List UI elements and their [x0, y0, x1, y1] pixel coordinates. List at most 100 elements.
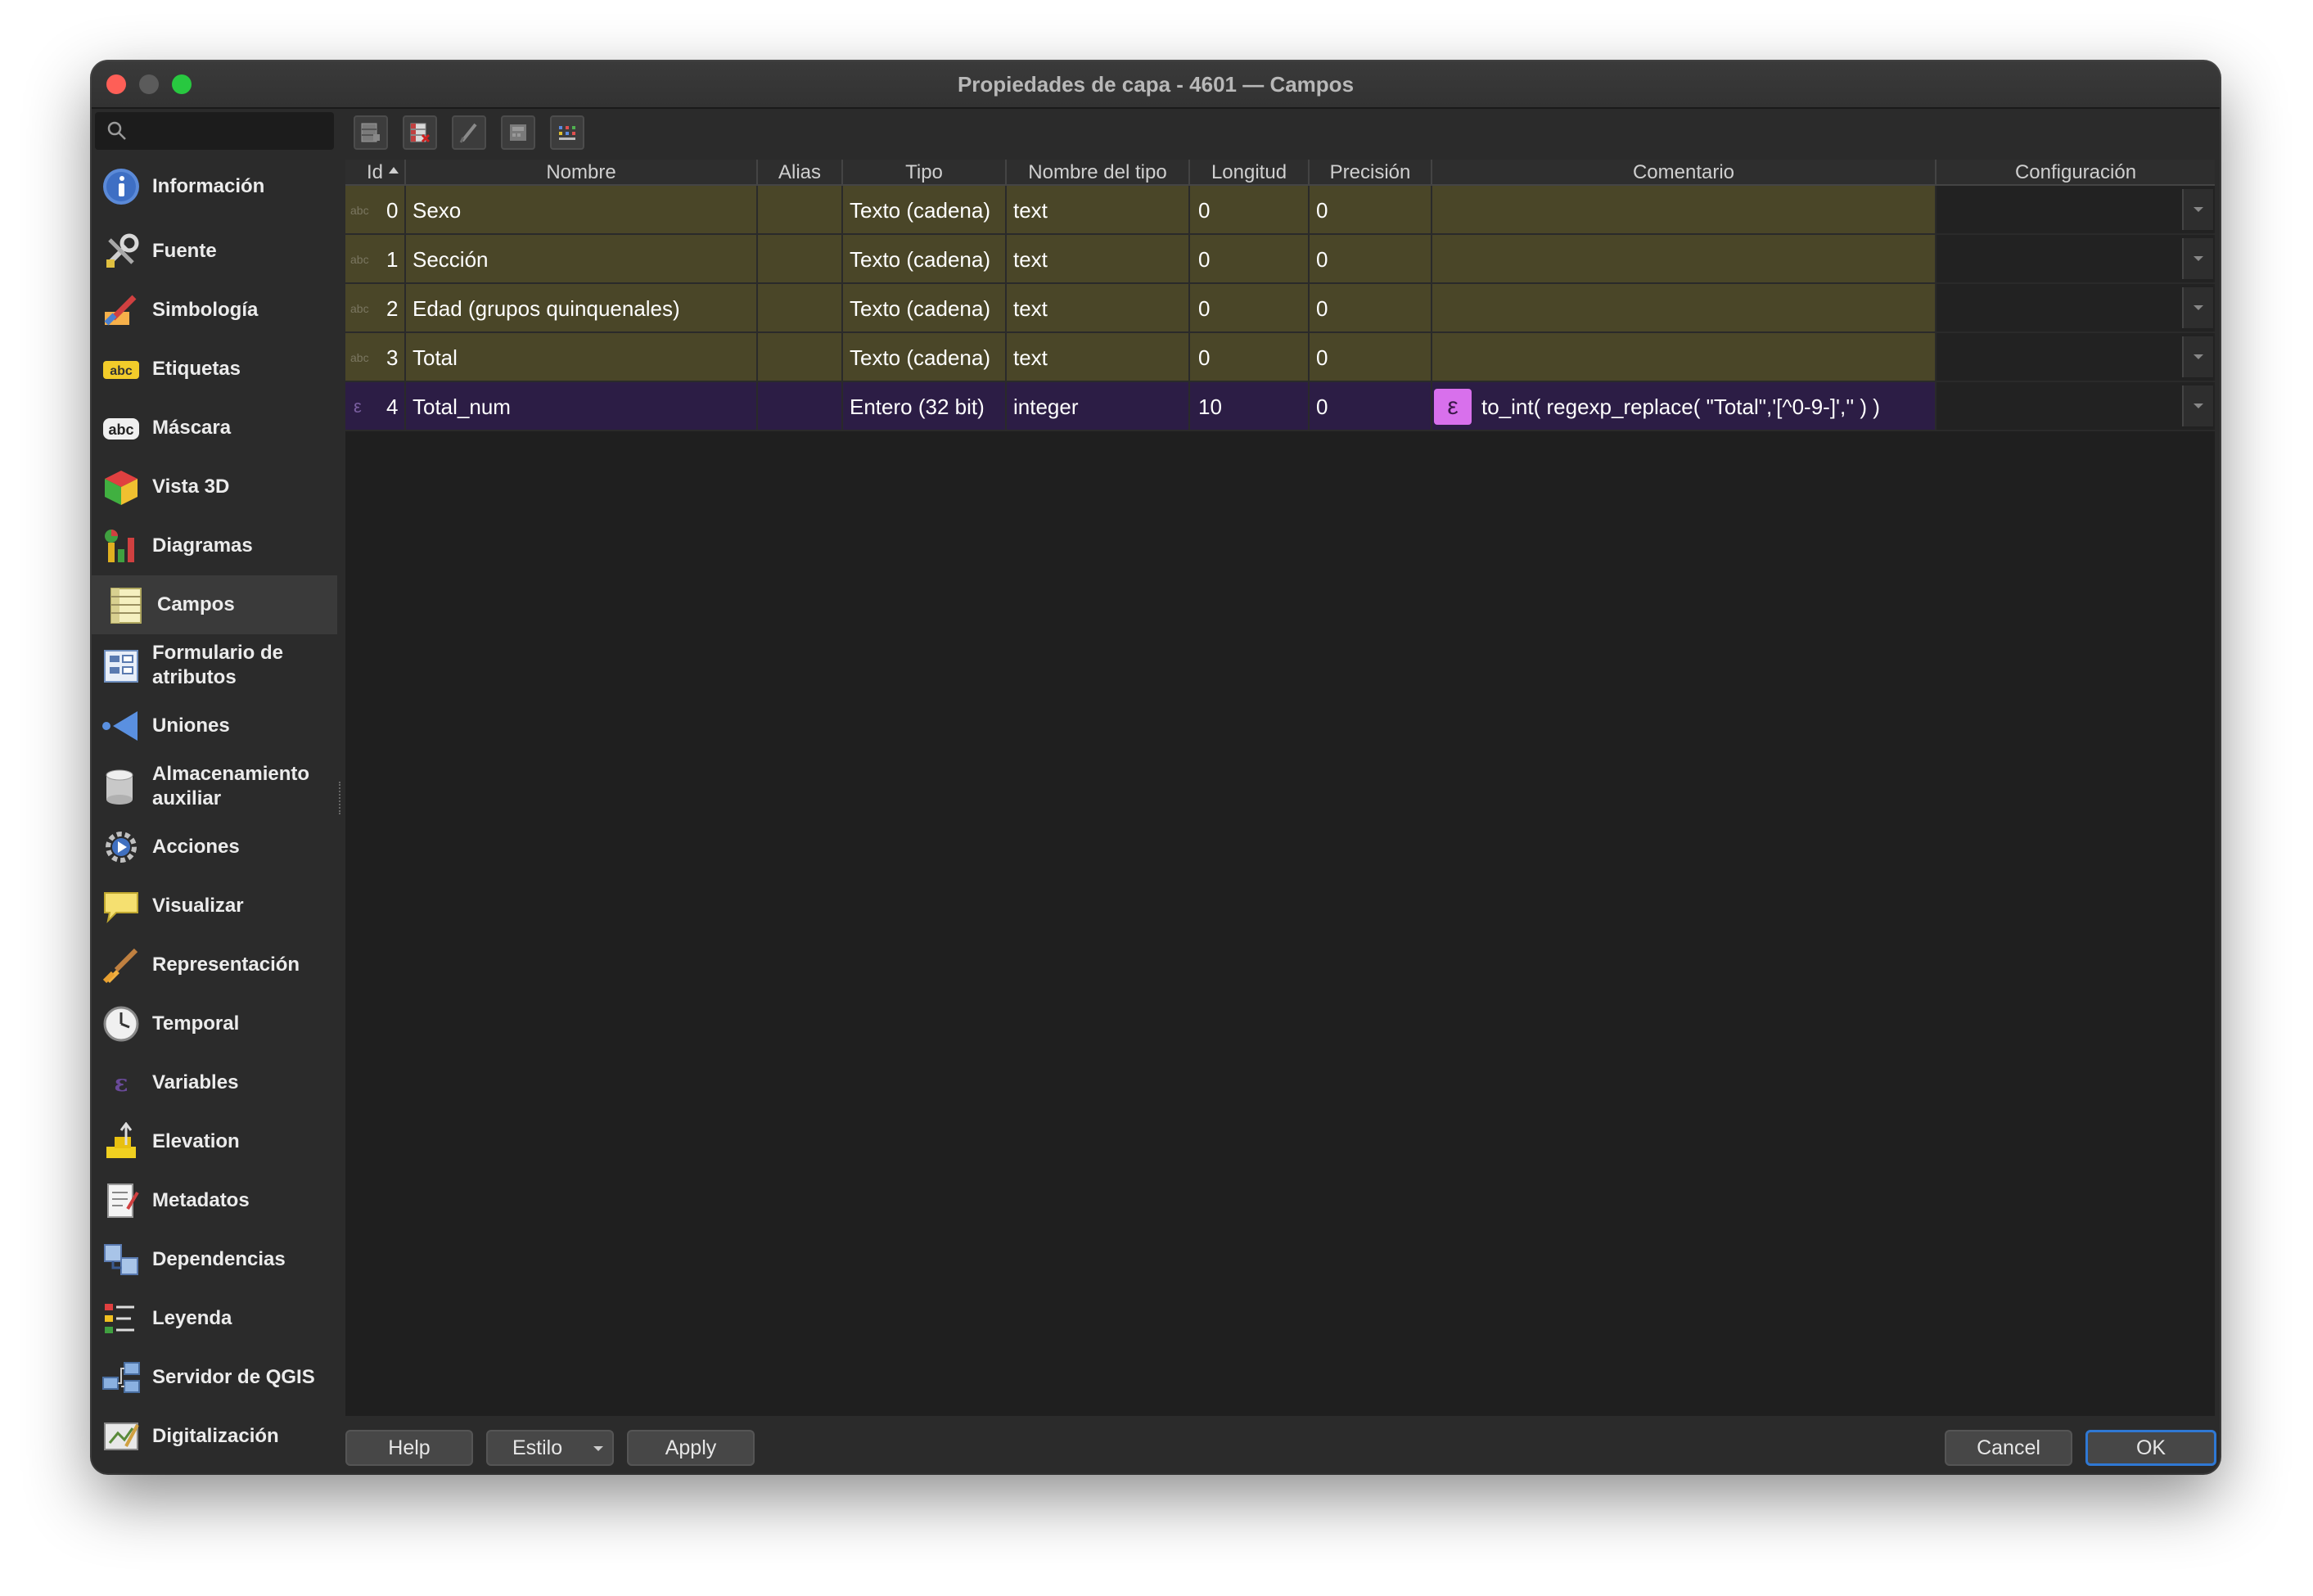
- delete-field-button[interactable]: [403, 115, 437, 150]
- precision-cell: 0: [1310, 235, 1432, 284]
- sidebar-item-servidor-qgis[interactable]: Servidor de QGIS: [92, 1348, 337, 1407]
- configuracion-dropdown[interactable]: [2182, 336, 2213, 377]
- header-longitud[interactable]: Longitud: [1190, 160, 1310, 184]
- alias-cell[interactable]: [758, 382, 843, 431]
- clock-icon: [100, 1003, 142, 1045]
- expression-icon[interactable]: ε: [1434, 389, 1472, 425]
- configuracion-dropdown[interactable]: [2182, 238, 2213, 279]
- sidebar-item-metadatos[interactable]: Metadatos: [92, 1171, 337, 1230]
- comentario-cell[interactable]: [1432, 186, 1937, 235]
- configuracion-cell[interactable]: [1937, 382, 2215, 431]
- nombre-cell[interactable]: Sección: [406, 235, 758, 284]
- sidebar: Información Fuente Simbología abc Etique…: [92, 109, 337, 1473]
- help-button[interactable]: Help: [345, 1430, 473, 1466]
- nombre-cell[interactable]: Sexo: [406, 186, 758, 235]
- sidebar-item-dependencias[interactable]: Dependencias: [92, 1230, 337, 1289]
- header-tipo[interactable]: Tipo: [843, 160, 1007, 184]
- table-row[interactable]: abc 0 Sexo Texto (cadena) text 0 0: [345, 186, 2215, 235]
- text-type-icon: abc: [350, 302, 369, 315]
- comentario-cell[interactable]: [1432, 284, 1937, 333]
- sidebar-splitter[interactable]: [339, 782, 344, 814]
- header-nombre-del-tipo[interactable]: Nombre del tipo: [1007, 160, 1190, 184]
- svg-text:abc: abc: [108, 422, 133, 438]
- table-row[interactable]: abc 2 Edad (grupos quinquenales) Texto (…: [345, 284, 2215, 333]
- header-configuracion[interactable]: Configuración: [1937, 160, 2215, 184]
- sidebar-item-simbologia[interactable]: Simbología: [92, 281, 337, 340]
- sidebar-item-informacion[interactable]: Información: [92, 151, 337, 222]
- header-nombre[interactable]: Nombre: [406, 160, 758, 184]
- table-row[interactable]: abc 1 Sección Texto (cadena) text 0 0: [345, 235, 2215, 284]
- id-cell: abc 3: [345, 333, 406, 382]
- ok-button[interactable]: OK: [2085, 1430, 2216, 1466]
- sidebar-search-input[interactable]: [95, 112, 334, 150]
- sidebar-item-leyenda[interactable]: Leyenda: [92, 1289, 337, 1348]
- header-alias[interactable]: Alias: [758, 160, 843, 184]
- sidebar-item-elevation[interactable]: Elevation: [92, 1112, 337, 1171]
- joins-icon: [100, 705, 142, 747]
- comentario-cell[interactable]: ε to_int( regexp_replace( "Total",'[^0-9…: [1432, 382, 1937, 431]
- configuracion-cell[interactable]: [1937, 186, 2215, 235]
- sidebar-item-mascara[interactable]: abc Máscara: [92, 399, 337, 458]
- sidebar-item-etiquetas[interactable]: abc Etiquetas: [92, 340, 337, 399]
- comentario-cell[interactable]: [1432, 333, 1937, 382]
- configuracion-cell[interactable]: [1937, 235, 2215, 284]
- sidebar-item-visualizar[interactable]: Visualizar: [92, 877, 337, 936]
- estilo-button[interactable]: Estilo: [486, 1430, 614, 1466]
- tipo-cell: Texto (cadena): [843, 333, 1007, 382]
- legend-icon: [100, 1297, 142, 1340]
- sidebar-item-almacenamiento-auxiliar[interactable]: Almacenamiento auxiliar: [92, 755, 337, 818]
- svg-text:ε: ε: [114, 1070, 128, 1097]
- apply-button[interactable]: Apply: [627, 1430, 755, 1466]
- text-type-icon: abc: [350, 253, 369, 266]
- configuracion-dropdown[interactable]: [2182, 287, 2213, 328]
- alias-cell[interactable]: [758, 333, 843, 382]
- tipo-cell: Entero (32 bit): [843, 382, 1007, 431]
- precision-cell: 0: [1310, 186, 1432, 235]
- sidebar-item-diagramas[interactable]: Diagramas: [92, 516, 337, 575]
- header-precision[interactable]: Precisión: [1310, 160, 1432, 184]
- alias-cell[interactable]: [758, 284, 843, 333]
- alias-cell[interactable]: [758, 186, 843, 235]
- fields-table: Id Nombre Alias Tipo Nombre del tipo Lon…: [345, 160, 2215, 1416]
- precision-cell: 0: [1310, 284, 1432, 333]
- sidebar-item-fuente[interactable]: Fuente: [92, 222, 337, 281]
- configuracion-cell[interactable]: [1937, 333, 2215, 382]
- sidebar-item-uniones[interactable]: Uniones: [92, 697, 337, 755]
- sidebar-item-campos[interactable]: Campos: [92, 575, 337, 634]
- chevron-down-icon: [593, 1446, 603, 1451]
- nombre-tipo-cell: text: [1007, 235, 1190, 284]
- header-comentario[interactable]: Comentario: [1432, 160, 1937, 184]
- elevation-icon: [100, 1120, 142, 1163]
- nombre-cell[interactable]: Total_num: [406, 382, 758, 431]
- metadata-icon: [100, 1179, 142, 1222]
- sidebar-item-vista-3d[interactable]: Vista 3D: [92, 458, 337, 516]
- alias-cell[interactable]: [758, 235, 843, 284]
- new-field-button[interactable]: [354, 115, 388, 150]
- sidebar-item-representacion[interactable]: Representación: [92, 936, 337, 994]
- organize-columns-button[interactable]: [550, 115, 584, 150]
- mask-abc-icon: abc: [100, 407, 142, 449]
- cancel-button[interactable]: Cancel: [1945, 1430, 2072, 1466]
- sidebar-list: Información Fuente Simbología abc Etique…: [92, 151, 337, 1466]
- table-row[interactable]: abc 3 Total Texto (cadena) text 0 0: [345, 333, 2215, 382]
- configuracion-dropdown[interactable]: [2182, 189, 2213, 230]
- sidebar-item-digitalizacion[interactable]: Digitalización: [92, 1407, 337, 1466]
- nombre-cell[interactable]: Edad (grupos quinquenales): [406, 284, 758, 333]
- comentario-cell[interactable]: [1432, 235, 1937, 284]
- sidebar-item-formulario-atributos[interactable]: Formulario de atributos: [92, 634, 337, 697]
- header-id[interactable]: Id: [345, 160, 406, 184]
- configuracion-cell[interactable]: [1937, 284, 2215, 333]
- field-calculator-button[interactable]: [501, 115, 535, 150]
- toggle-editing-icon: [459, 123, 477, 143]
- id-cell: ε 4: [345, 382, 406, 431]
- toggle-editing-button[interactable]: [452, 115, 486, 150]
- sidebar-item-acciones[interactable]: Acciones: [92, 818, 337, 877]
- table-row[interactable]: ε 4 Total_num Entero (32 bit) integer 10…: [345, 382, 2215, 431]
- precision-cell: 0: [1310, 333, 1432, 382]
- layer-properties-window: Propiedades de capa - 4601 — Campos Info…: [92, 61, 2220, 1473]
- sidebar-item-variables[interactable]: ε Variables: [92, 1053, 337, 1112]
- configuracion-dropdown[interactable]: [2182, 385, 2213, 426]
- nombre-cell[interactable]: Total: [406, 333, 758, 382]
- tipo-cell: Texto (cadena): [843, 284, 1007, 333]
- sidebar-item-temporal[interactable]: Temporal: [92, 994, 337, 1053]
